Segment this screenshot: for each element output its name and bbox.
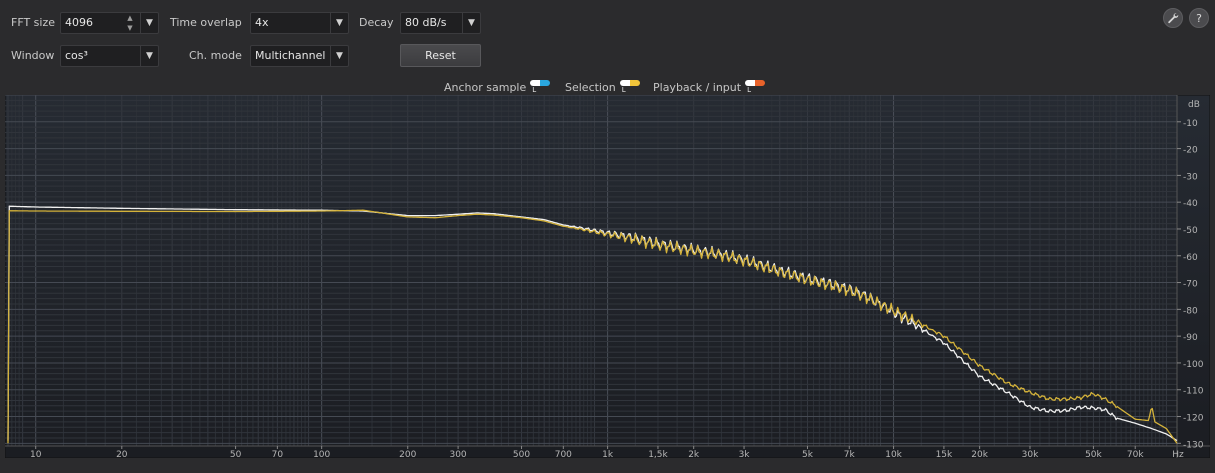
legend-anchor: Anchor sample L R	[444, 80, 551, 102]
chevron-down-icon[interactable]: ▼	[330, 13, 348, 33]
y-tick-label: -30	[1183, 172, 1198, 182]
x-tick-label: 100	[313, 450, 330, 458]
x-tick-label: 1,5k	[648, 450, 668, 458]
x-tick-label: 70	[272, 450, 284, 458]
y-tick-label: -90	[1183, 333, 1198, 343]
ch-mode-select[interactable]: Multichannel ▼	[250, 45, 349, 67]
x-tick-label: 15k	[936, 450, 953, 458]
time-overlap-label: Time overlap	[170, 16, 242, 29]
x-tick-label: 20	[116, 450, 128, 458]
fft-size-stepper[interactable]: ▲ ▼	[124, 14, 136, 32]
x-tick-label: 1k	[602, 450, 614, 458]
anchor-swatch-icon: L R	[530, 80, 551, 102]
x-tick-label: 700	[555, 450, 572, 458]
time-overlap-select[interactable]: 4x ▼	[250, 12, 349, 34]
y-tick-label: -40	[1183, 199, 1198, 209]
x-tick-label: 2k	[688, 450, 700, 458]
help-button[interactable]: ?	[1189, 8, 1209, 28]
y-unit-label: dB	[1188, 100, 1200, 110]
y-tick-label: -50	[1183, 226, 1198, 236]
decay-value: 80 dB/s	[405, 16, 447, 29]
decay-select[interactable]: 80 dB/s ▼	[400, 12, 481, 34]
ch-mode-label: Ch. mode	[189, 49, 242, 62]
x-tick-label: 10	[30, 450, 42, 458]
window-label: Window	[11, 49, 55, 62]
x-tick-label: 50	[230, 450, 242, 458]
legend-playback-label: Playback / input	[653, 80, 742, 94]
y-tick-label: -80	[1183, 306, 1198, 316]
x-tick-label: 300	[449, 450, 466, 458]
x-tick-label: 20k	[971, 450, 988, 458]
reset-button[interactable]: Reset	[400, 44, 481, 67]
x-tick-label: 7k	[844, 450, 856, 458]
settings-button[interactable]	[1163, 8, 1183, 28]
x-tick-label: 10k	[885, 450, 902, 458]
chevron-down-icon[interactable]: ▼	[462, 13, 480, 33]
selection-swatch-icon: L R	[619, 80, 640, 102]
y-tick-label: -110	[1183, 387, 1204, 397]
legend-selection-label: Selection	[565, 80, 616, 94]
time-overlap-value: 4x	[255, 16, 269, 29]
window-value: cos³	[65, 49, 88, 62]
chevron-down-icon[interactable]: ▼	[330, 46, 348, 66]
y-tick-label: -20	[1183, 146, 1198, 156]
fft-size-value: 4096	[65, 16, 93, 29]
stepper-down-icon[interactable]: ▼	[127, 24, 132, 32]
window-select[interactable]: cos³ ▼	[60, 45, 159, 67]
x-tick-label: 50k	[1085, 450, 1102, 458]
x-tick-label: 200	[399, 450, 416, 458]
y-tick-label: -10	[1183, 119, 1198, 129]
decay-label: Decay	[359, 16, 394, 29]
wrench-icon	[1168, 13, 1179, 24]
legend-selection: Selection L R	[565, 80, 640, 102]
y-tick-label: -120	[1183, 414, 1204, 424]
stepper-up-icon[interactable]: ▲	[127, 14, 132, 22]
legend-playback: Playback / input L R	[653, 80, 766, 102]
ch-mode-value: Multichannel	[255, 49, 326, 62]
y-tick-label: -130	[1183, 440, 1204, 450]
chevron-down-icon[interactable]: ▼	[140, 13, 158, 33]
x-tick-label: 70k	[1127, 450, 1144, 458]
chevron-down-icon[interactable]: ▼	[140, 46, 158, 66]
spectrum-plot[interactable]: -10 -20 -30 -40 -50 -60 -70 -80 -90 -100 -110 -120 -…	[5, 95, 1210, 458]
help-icon: ?	[1196, 11, 1202, 25]
y-tick-label: -70	[1183, 280, 1198, 290]
x-tick-label: 3k	[739, 450, 751, 458]
y-tick-label: -60	[1183, 253, 1198, 263]
x-tick-label: 30k	[1022, 450, 1039, 458]
x-tick-label: 500	[513, 450, 530, 458]
fft-size-field[interactable]: 4096 ▲ ▼ ▼	[60, 12, 159, 34]
x-unit-label: Hz	[1172, 450, 1184, 458]
playback-swatch-icon: L R	[745, 80, 766, 102]
x-tick-label: 5k	[802, 450, 814, 458]
y-tick-label: -100	[1183, 360, 1204, 370]
fft-size-label: FFT size	[11, 16, 56, 29]
legend-anchor-label: Anchor sample	[444, 80, 527, 94]
